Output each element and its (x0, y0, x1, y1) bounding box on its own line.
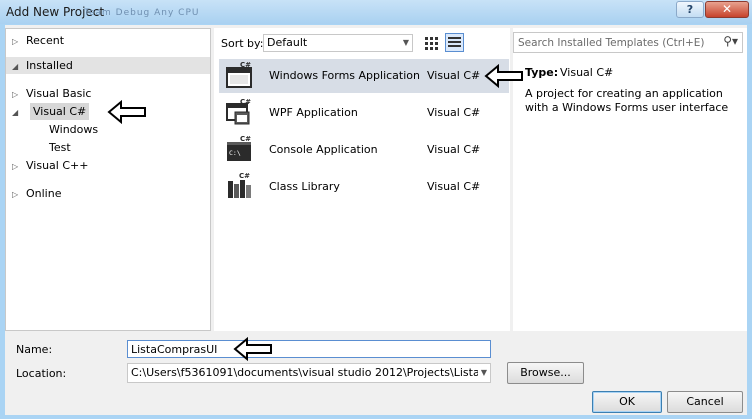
template-language: Visual C# (427, 180, 481, 193)
svg-text:C#: C# (240, 135, 251, 143)
location-label: Location: (16, 367, 67, 380)
template-item-windows-forms[interactable]: C# Windows Forms Application Visual C# (219, 59, 509, 93)
sort-by-label: Sort by: (221, 37, 264, 50)
svg-text:C#: C# (240, 61, 251, 69)
template-description: A project for creating an application wi… (525, 87, 729, 114)
type-label: Type: (525, 66, 559, 79)
expand-arrow-icon: ▷ (12, 90, 19, 99)
ok-button[interactable]: OK (592, 391, 662, 413)
nav-item-installed[interactable]: ◢ Installed (6, 57, 210, 74)
nav-item-visual-basic[interactable]: ▷ Visual Basic (12, 85, 91, 102)
help-button[interactable]: ? (676, 1, 704, 18)
nav-item-visual-csharp[interactable]: Visual C# (30, 103, 90, 120)
nav-item-visual-cpp[interactable]: ▷ Visual C++ (12, 157, 88, 174)
expand-arrow-icon: ▷ (12, 162, 19, 171)
expand-arrow-icon: ▷ (12, 190, 19, 199)
cancel-button[interactable]: Cancel (667, 391, 743, 413)
nav-item-online[interactable]: ▷ Online (12, 185, 61, 202)
template-language: Visual C# (427, 143, 481, 156)
wpf-icon: C# (226, 98, 251, 125)
nav-item-windows[interactable]: Windows (49, 121, 98, 138)
svg-text:C:\: C:\ (229, 149, 241, 157)
template-item-console[interactable]: C:\ C# Console Application Visual C# (219, 133, 509, 167)
template-language: Visual C# (427, 106, 481, 119)
left-arrow-annotation (107, 100, 146, 124)
template-name: WPF Application (269, 106, 358, 119)
project-name-input[interactable] (127, 340, 491, 358)
template-name: Console Application (269, 143, 378, 156)
windows-forms-icon: C# (226, 61, 252, 88)
list-view-button[interactable] (445, 33, 464, 52)
template-item-wpf[interactable]: C# WPF Application Visual C# (219, 96, 509, 130)
template-category-tree: ▷ Recent ◢ Installed ▷ Visual Basic ◢ Visua… (5, 28, 211, 331)
left-arrow-annotation (484, 64, 523, 88)
chevron-down-icon: ▼ (402, 38, 409, 47)
svg-text:C#: C# (240, 98, 251, 106)
chevron-down-icon: ▼ (478, 364, 490, 382)
left-arrow-annotation (233, 337, 272, 361)
browse-button[interactable]: Browse... (507, 362, 584, 384)
template-name: Windows Forms Application (269, 69, 420, 82)
nav-item-recent[interactable]: ▷ Recent (12, 32, 64, 49)
nav-item-test[interactable]: Test (49, 139, 71, 156)
template-item-class-library[interactable]: C# Class Library Visual C# (219, 170, 509, 204)
sort-by-dropdown[interactable]: Default ▼ (263, 34, 413, 52)
console-icon: C:\ C# (227, 135, 251, 161)
location-value: C:\Users\f5361091\documents\visual studi… (131, 366, 491, 379)
nav-item-visual-csharp-toggle[interactable]: ◢ (12, 103, 26, 120)
collapse-arrow-icon: ◢ (12, 62, 19, 71)
sort-by-value: Default (267, 36, 308, 49)
close-button[interactable]: ✕ (705, 1, 749, 18)
type-value: Visual C# (560, 66, 614, 79)
search-templates-box: ⚲▾ (513, 32, 743, 53)
expand-arrow-icon: ▷ (12, 37, 19, 46)
svg-text:C#: C# (239, 172, 250, 180)
name-label: Name: (16, 343, 53, 356)
class-library-icon: C# (228, 172, 251, 198)
collapse-arrow-icon: ◢ (12, 108, 19, 117)
search-input[interactable] (514, 33, 704, 52)
location-dropdown[interactable]: C:\Users\f5361091\documents\visual studi… (127, 363, 491, 383)
grid-view-button[interactable] (423, 35, 438, 50)
template-name: Class Library (269, 180, 340, 193)
background-toolbar-text: Team Debug Any CPU (84, 8, 200, 18)
template-language: Visual C# (427, 69, 481, 82)
search-icon[interactable]: ⚲▾ (723, 34, 738, 48)
